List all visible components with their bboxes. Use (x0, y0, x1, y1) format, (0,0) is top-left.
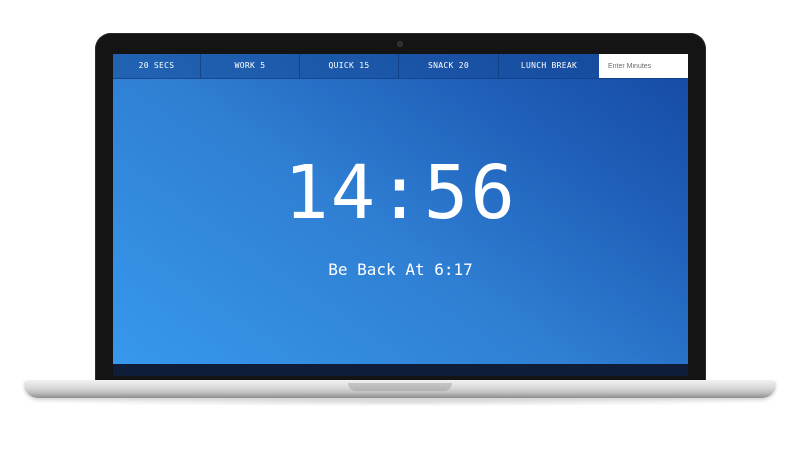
preset-work-5-button[interactable]: WORK 5 (201, 54, 300, 78)
camera-icon (397, 41, 403, 47)
back-at-text: Be Back At 6:17 (328, 260, 473, 279)
preset-snack-20-button[interactable]: SNACK 20 (399, 54, 499, 78)
app-screen: 20 SECS WORK 5 QUICK 15 SNACK 20 LUNCH B… (113, 54, 688, 364)
countdown-timer: 14:56 (284, 150, 517, 236)
laptop-base-notch (348, 383, 452, 391)
preset-20-secs-button[interactable]: 20 SECS (113, 54, 201, 78)
laptop-mockup: 20 SECS WORK 5 QUICK 15 SNACK 20 LUNCH B… (0, 0, 800, 450)
preset-quick-15-button[interactable]: QUICK 15 (300, 54, 399, 78)
laptop-shadow (26, 398, 774, 406)
preset-lunch-break-button[interactable]: LUNCH BREAK (499, 54, 599, 78)
preset-nav-bar: 20 SECS WORK 5 QUICK 15 SNACK 20 LUNCH B… (113, 54, 688, 79)
screen-chin (113, 364, 688, 376)
enter-minutes-input[interactable] (599, 54, 688, 78)
